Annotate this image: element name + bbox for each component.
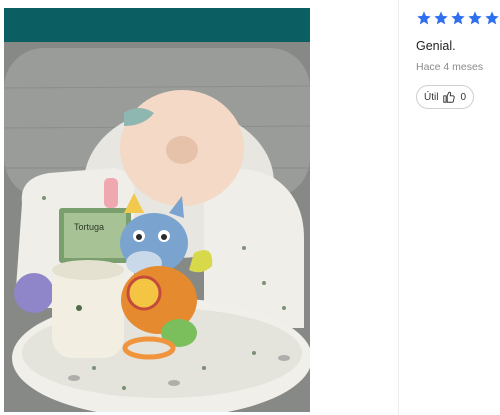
star-icon — [485, 11, 499, 25]
helpful-button[interactable]: Útil 0 — [416, 85, 475, 109]
star-icon — [451, 11, 465, 25]
review-photo[interactable]: Tortuga — [4, 8, 310, 412]
star-icon — [468, 11, 482, 25]
helpful-count: 0 — [460, 91, 467, 103]
panel-divider — [398, 0, 399, 415]
book-title-text: Tortuga — [74, 222, 104, 232]
star-icon — [434, 11, 448, 25]
helpful-label: Útil — [424, 91, 439, 103]
baby-seat-photo: Tortuga — [4, 8, 310, 412]
review-date: Hace 4 meses — [416, 61, 484, 73]
star-rating — [416, 10, 500, 26]
review-panel: Genial. Hace 4 meses Útil 0 — [416, 10, 500, 109]
thumbs-up-icon — [443, 91, 456, 103]
star-icon — [417, 11, 431, 25]
review-text: Genial. — [416, 39, 456, 53]
